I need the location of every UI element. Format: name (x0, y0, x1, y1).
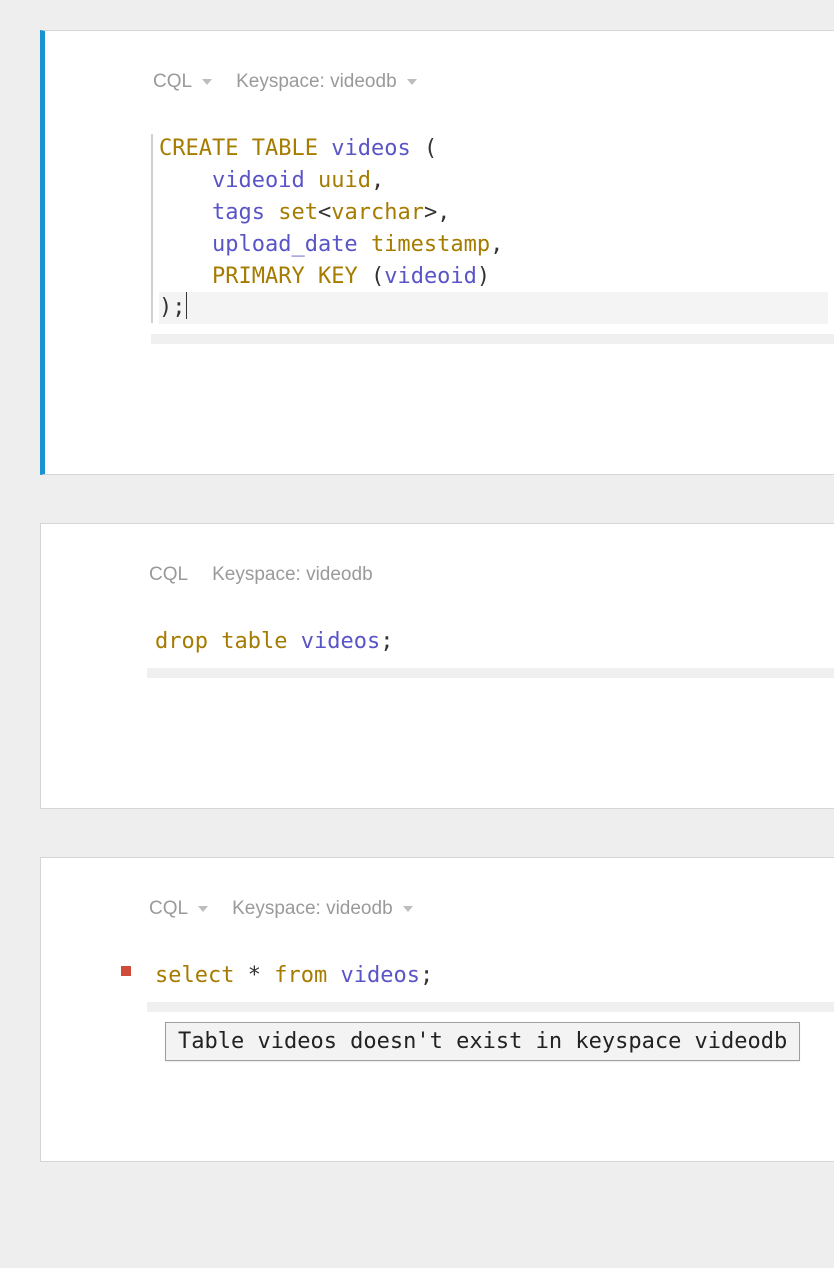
notebook-cell[interactable]: CQL Keyspace: videodb select * from vide… (40, 857, 834, 1162)
language-label: CQL (149, 898, 188, 920)
language-selector[interactable]: CQL (153, 71, 212, 93)
cell-toolbar: CQL Keyspace: videodb (101, 564, 834, 586)
horizontal-scrollbar[interactable] (147, 1002, 834, 1012)
error-icon[interactable] (121, 966, 131, 976)
code-content[interactable]: drop table videos; (147, 624, 834, 660)
chevron-down-icon (198, 906, 208, 912)
code-content[interactable]: select * from videos; (147, 958, 834, 994)
code-editor[interactable]: CREATE TABLE videos ( videoid uuid, tags… (151, 131, 834, 326)
code-editor[interactable]: select * from videos; (147, 958, 834, 994)
language-label: CQL (153, 71, 192, 93)
language-selector[interactable]: CQL (149, 898, 208, 920)
horizontal-scrollbar[interactable] (147, 668, 834, 678)
code-content[interactable]: CREATE TABLE videos ( videoid uuid, tags… (151, 131, 834, 326)
notebook-cell[interactable]: CQL Keyspace: videodb CREATE TABLE video… (40, 30, 834, 475)
code-editor[interactable]: drop table videos; (147, 624, 834, 660)
cell-toolbar: CQL Keyspace: videodb (101, 898, 834, 920)
code-gutter (151, 134, 153, 323)
keyspace-label: Keyspace: videodb (212, 564, 373, 586)
horizontal-scrollbar[interactable] (151, 334, 834, 344)
keyspace-label: Keyspace: videodb (236, 71, 397, 93)
notebook-cell[interactable]: CQL Keyspace: videodb drop table videos; (40, 523, 834, 809)
chevron-down-icon (407, 79, 417, 85)
keyspace-selector[interactable]: Keyspace: videodb (236, 71, 417, 93)
cell-toolbar: CQL Keyspace: videodb (105, 71, 834, 93)
cell-output-area (101, 1061, 834, 1151)
keyspace-label: Keyspace: videodb (232, 898, 393, 920)
chevron-down-icon (403, 906, 413, 912)
cell-output-area (105, 344, 834, 464)
chevron-down-icon (202, 79, 212, 85)
language-label: CQL (149, 564, 188, 586)
keyspace-selector[interactable]: Keyspace: videodb (232, 898, 413, 920)
cell-output-area (101, 678, 834, 798)
error-tooltip: Table videos doesn't exist in keyspace v… (165, 1022, 800, 1061)
